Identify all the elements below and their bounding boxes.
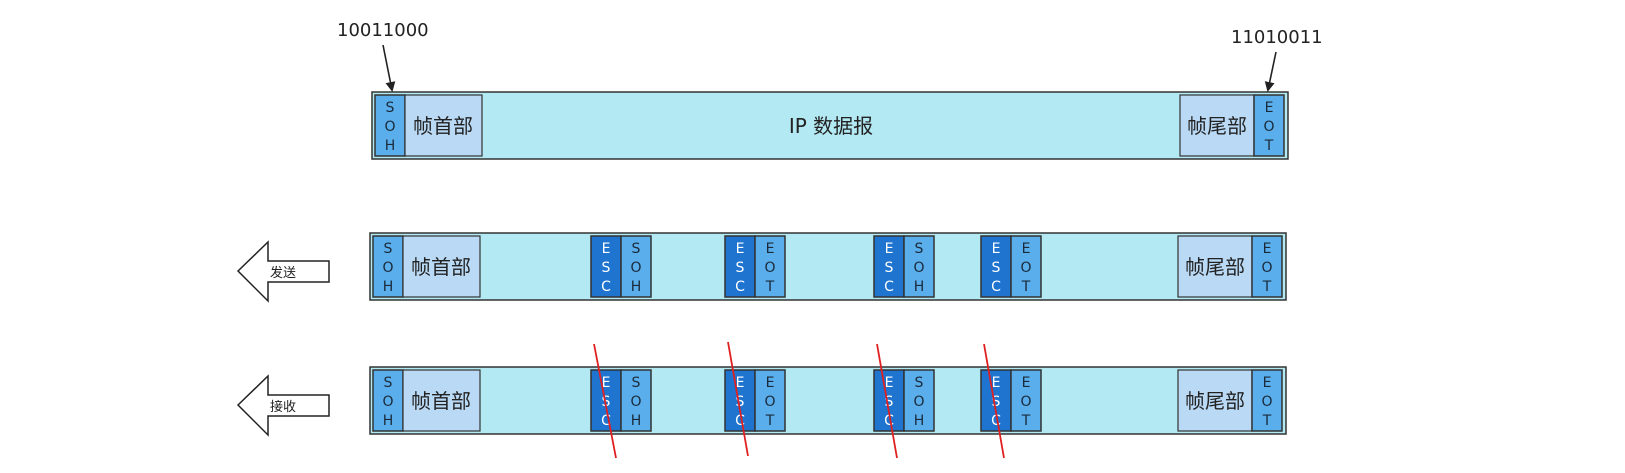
eot-letter-1: E: [1265, 100, 1274, 116]
esc-letter-2: S: [992, 260, 1001, 276]
esc-letter-3: C: [991, 279, 1001, 295]
soh-letter-2: O: [913, 394, 924, 410]
soh-letter-2: O: [384, 119, 395, 135]
send-arrow: 发送: [236, 240, 330, 303]
frame-trailer-label: 帧尾部: [1187, 114, 1247, 138]
eot-letter-2: O: [764, 260, 775, 276]
soh-letter-1: S: [384, 375, 393, 391]
soh-letter-1: S: [386, 100, 395, 116]
start-code-arrow: [382, 44, 396, 92]
start-code-label: 10011000: [337, 20, 429, 41]
eot-letter-2: O: [1261, 260, 1272, 276]
received-frame: S O H 帧首部 E S C S O H E S C E O T E S C …: [369, 341, 1287, 459]
soh-letter-3: H: [631, 413, 642, 429]
eot-letter-3: T: [1021, 413, 1031, 429]
soh-letter-3: H: [631, 279, 642, 295]
esc-letter-1: E: [885, 241, 894, 257]
esc-letter-1: E: [885, 375, 894, 391]
receive-label: 接收: [270, 399, 296, 415]
frame-trailer-label: 帧尾部: [1185, 255, 1245, 279]
eot-letter-3: T: [1262, 413, 1272, 429]
frame-trailer-label: 帧尾部: [1185, 389, 1245, 413]
frame-header-label: 帧首部: [413, 114, 473, 138]
frame-outline: [369, 232, 1287, 301]
soh-letter-3: H: [383, 279, 394, 295]
soh-letter-1: S: [915, 375, 924, 391]
frame-header-label: 帧首部: [411, 255, 471, 279]
soh-letter-1: S: [632, 375, 641, 391]
send-label: 发送: [270, 265, 296, 281]
esc-letter-3: C: [735, 279, 745, 295]
soh-letter-2: O: [913, 260, 924, 276]
esc-letter-3: C: [601, 279, 611, 295]
eot-letter-1: E: [1022, 241, 1031, 257]
eot-letter-2: O: [764, 394, 775, 410]
esc-letter-1: E: [992, 241, 1001, 257]
eot-letter-3: T: [1021, 279, 1031, 295]
receive-arrow: 接收: [236, 374, 330, 437]
soh-letter-1: S: [915, 241, 924, 257]
eot-letter-3: T: [1262, 279, 1272, 295]
soh-letter-1: S: [384, 241, 393, 257]
soh-letter-2: O: [382, 394, 393, 410]
soh-letter-3: H: [383, 413, 394, 429]
eot-letter-2: O: [1020, 260, 1031, 276]
soh-letter-2: O: [630, 394, 641, 410]
soh-letter-2: O: [630, 260, 641, 276]
byte-stuffing-diagram: 10011000 11010011 S O H 帧首部 IP 数据报 帧尾部 E…: [236, 20, 1323, 459]
end-code-label: 11010011: [1231, 27, 1323, 48]
esc-letter-1: E: [736, 241, 745, 257]
soh-letter-2: O: [382, 260, 393, 276]
eot-letter-2: O: [1261, 394, 1272, 410]
esc-letter-2: S: [602, 260, 611, 276]
esc-letter-2: S: [736, 260, 745, 276]
end-code-arrow: [1264, 51, 1277, 92]
soh-letter-3: H: [914, 279, 925, 295]
soh-letter-3: H: [914, 413, 925, 429]
eot-letter-2: O: [1020, 394, 1031, 410]
eot-letter-3: T: [765, 413, 775, 429]
esc-letter-3: C: [884, 279, 894, 295]
soh-letter-3: H: [385, 138, 396, 154]
eot-letter-1: E: [1022, 375, 1031, 391]
esc-letter-2: S: [885, 260, 894, 276]
soh-letter-1: S: [632, 241, 641, 257]
frame-outline: [369, 366, 1287, 435]
eot-letter-1: E: [766, 241, 775, 257]
eot-letter-1: E: [1263, 241, 1272, 257]
payload-label: IP 数据报: [789, 114, 873, 138]
eot-letter-2: O: [1263, 119, 1274, 135]
esc-letter-1: E: [992, 375, 1001, 391]
sent-frame: S O H 帧首部 E S C S O H E S C E O T E S C …: [369, 232, 1287, 301]
original-frame: S O H 帧首部 IP 数据报 帧尾部 E O T: [371, 91, 1289, 160]
eot-letter-3: T: [1264, 138, 1274, 154]
esc-letter-1: E: [602, 241, 611, 257]
frame-header-label: 帧首部: [411, 389, 471, 413]
eot-letter-1: E: [766, 375, 775, 391]
eot-letter-3: T: [765, 279, 775, 295]
eot-letter-1: E: [1263, 375, 1272, 391]
